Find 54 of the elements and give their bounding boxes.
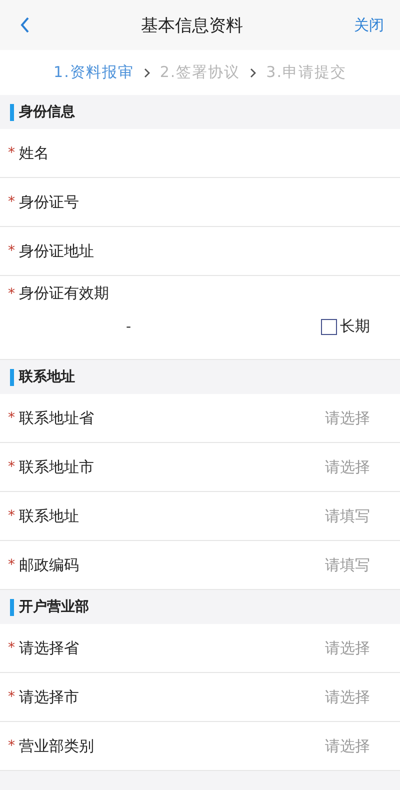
required-mark: * <box>8 738 15 754</box>
date-separator: - <box>126 318 132 334</box>
form-row[interactable]: * 身份证地址 <box>0 227 400 276</box>
form-row[interactable]: * 营业部类别 请选择 <box>0 722 400 771</box>
field-placeholder: 请填写 <box>325 506 370 526</box>
required-mark: * <box>8 286 15 302</box>
form-row[interactable]: * 姓名 <box>0 129 400 178</box>
section-title: 联系地址 <box>19 368 75 386</box>
form-row[interactable]: * 身份证号 <box>0 178 400 227</box>
field-label: 身份证号 <box>19 192 79 212</box>
field-placeholder: 请选择 <box>325 408 370 428</box>
field-label: 身份证有效期 <box>19 284 109 303</box>
section-title: 身份信息 <box>19 103 75 121</box>
back-icon[interactable] <box>20 17 30 33</box>
field-placeholder: 请选择 <box>325 458 370 476</box>
field-placeholder: 请填写 <box>325 556 370 574</box>
step-label: 1.资料报审 <box>54 63 134 82</box>
form-row[interactable]: * 身份证有效期 - 长期 <box>0 276 400 360</box>
chevron-icon <box>144 68 150 78</box>
close-link[interactable]: 关闭 <box>354 16 384 34</box>
field-placeholder: 请选择 <box>325 736 370 756</box>
page-title: 基本信息资料 <box>140 14 244 36</box>
chevron-icon <box>250 68 256 78</box>
form-row[interactable]: * 联系地址 请填写 <box>0 492 400 541</box>
section-title: 开户营业部 <box>19 598 89 616</box>
required-mark: * <box>8 689 15 705</box>
form-row[interactable]: * 请选择省 请选择 <box>0 624 400 673</box>
field-label: 请选择市 <box>19 688 79 706</box>
field-label: 联系地址市 <box>19 458 94 476</box>
form-row[interactable]: * 邮政编码 请填写 <box>0 541 400 590</box>
required-mark: * <box>8 459 15 475</box>
checkbox[interactable] <box>321 318 337 334</box>
step-label: 3.申请提交 <box>266 63 346 82</box>
step-label: 2.签署协议 <box>160 63 240 82</box>
form-row[interactable]: * 联系地址市 请选择 <box>0 443 400 492</box>
field-placeholder: 请选择 <box>325 638 370 658</box>
required-mark: * <box>8 557 15 573</box>
checkbox-label: 长期 <box>340 317 370 336</box>
required-mark: * <box>8 194 15 210</box>
field-placeholder: 请选择 <box>325 688 370 706</box>
field-label: 请选择省 <box>19 638 79 658</box>
field-label: 联系地址 <box>19 506 79 526</box>
required-mark: * <box>8 410 15 426</box>
field-label: 姓名 <box>19 144 49 162</box>
required-mark: * <box>8 508 15 524</box>
required-mark: * <box>8 640 15 656</box>
required-mark: * <box>8 243 15 259</box>
form-row[interactable]: * 联系地址省 请选择 <box>0 394 400 443</box>
required-mark: * <box>8 145 15 161</box>
field-label: 营业部类别 <box>19 736 94 756</box>
form-row[interactable]: * 请选择市 请选择 <box>0 673 400 722</box>
field-label: 身份证地址 <box>19 242 94 260</box>
field-label: 邮政编码 <box>19 556 79 574</box>
field-label: 联系地址省 <box>19 408 94 428</box>
